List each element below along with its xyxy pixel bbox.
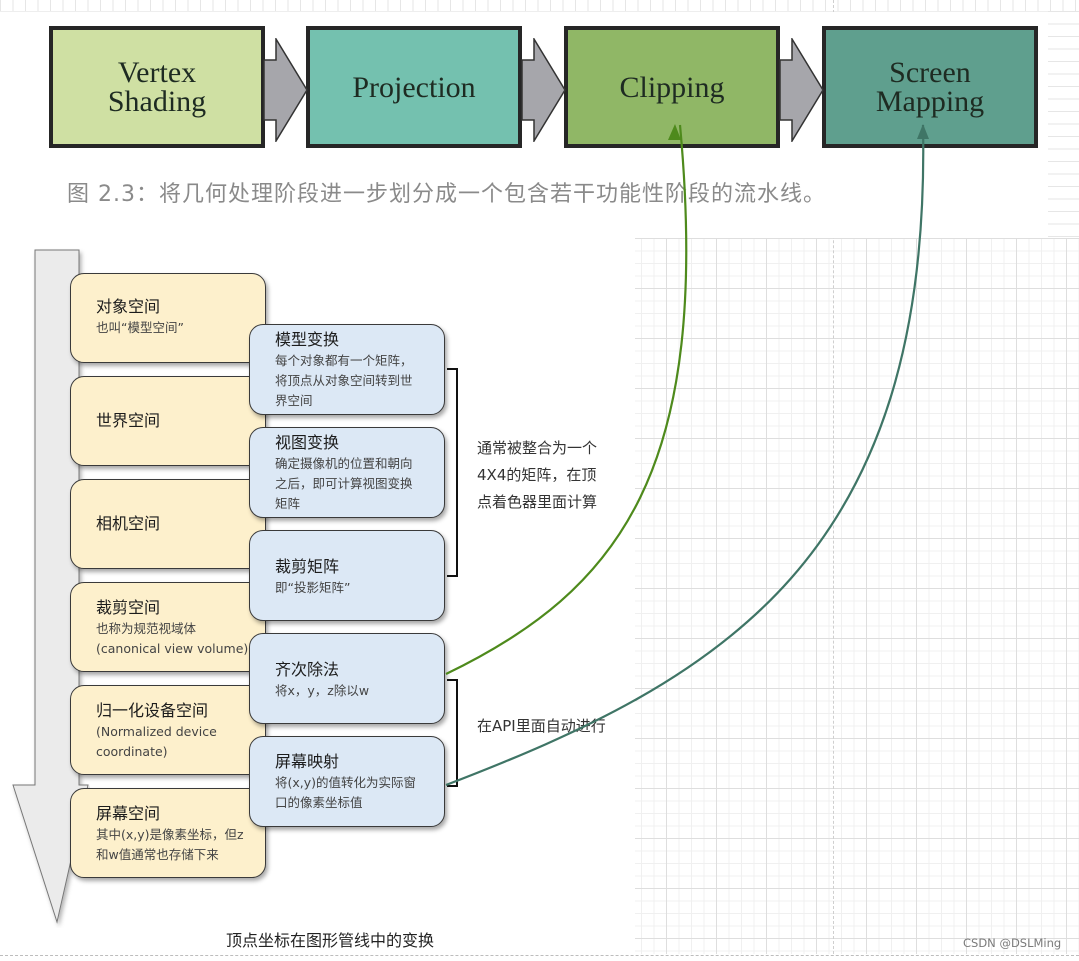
arrowhead-icon: [917, 124, 929, 139]
connector-screenmap-to-screen-mapping: [445, 124, 925, 787]
connector-layer: [445, 124, 929, 787]
connector-divide-to-clipping: [445, 124, 688, 675]
watermark: CSDN @DSLMing: [963, 936, 1062, 950]
diagram-caption: 顶点坐标在图形管线中的变换: [226, 931, 435, 950]
